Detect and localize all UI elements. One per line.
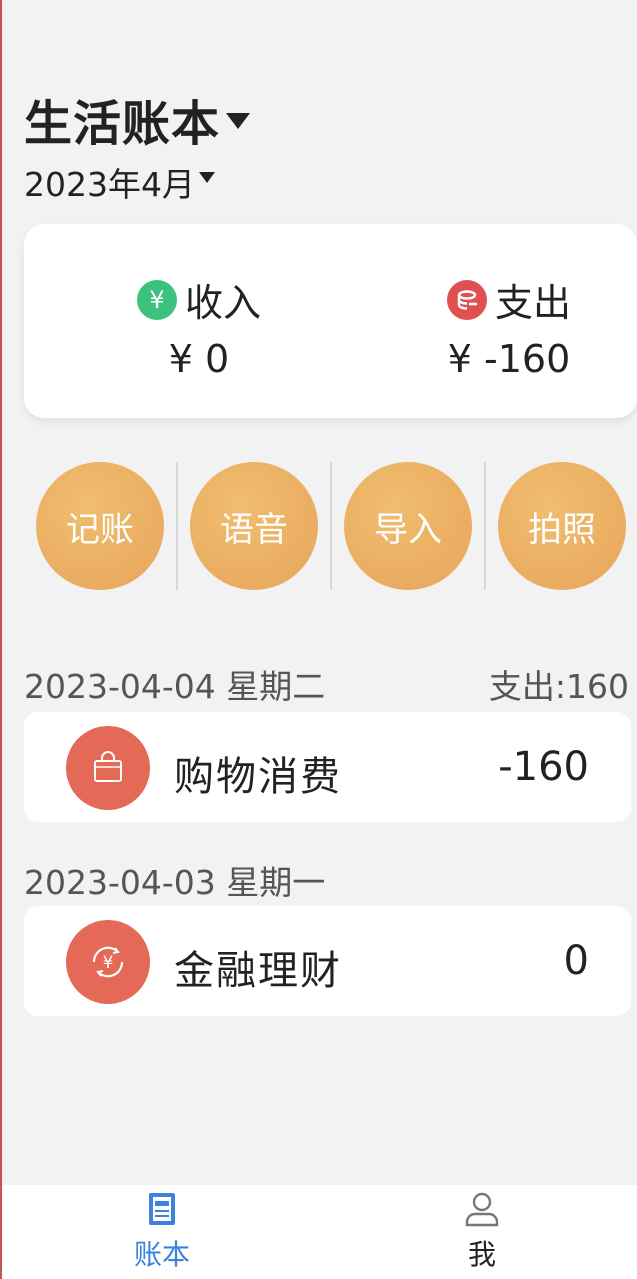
import-button[interactable]: 导入 [344, 462, 472, 590]
expense-summary: 支出 ¥ -160 [409, 272, 609, 381]
ledger-icon [149, 1193, 175, 1225]
tab-ledger[interactable]: 账本 [102, 1191, 222, 1273]
record-button[interactable]: 记账 [36, 462, 164, 590]
income-summary: ¥ 收入 ¥ 0 [99, 272, 299, 381]
photo-button[interactable]: 拍照 [498, 462, 626, 590]
book-selector[interactable]: 生活账本 [24, 84, 251, 154]
income-yen-icon: ¥ [136, 279, 177, 320]
divider [330, 462, 332, 590]
caret-down-icon [198, 171, 215, 183]
income-value: ¥ 0 [168, 337, 230, 381]
shopping-bag-icon [66, 726, 150, 810]
list-item[interactable]: 购物消费 -160 [24, 712, 631, 822]
income-label: 收入 [184, 281, 261, 325]
tab-me[interactable]: 我 [422, 1191, 542, 1273]
entry-category: 金融理财 [174, 948, 342, 994]
expense-coins-icon [446, 279, 487, 320]
summary-card: ¥ 收入 ¥ 0 支出 ¥ -160 [24, 224, 637, 418]
day-date: 2023-04-04 星期二 [24, 667, 326, 706]
day-total: 支出:160 [488, 667, 629, 706]
tab-me-label: 我 [467, 1238, 496, 1271]
tab-ledger-label: 账本 [133, 1238, 190, 1271]
divider [176, 462, 178, 590]
svg-text:¥: ¥ [103, 953, 114, 973]
day-header: 2023-04-04 星期二 支出:160 [24, 660, 629, 708]
entry-category: 购物消费 [174, 754, 342, 800]
month-label: 2023年4月 [24, 165, 195, 204]
divider [484, 462, 486, 590]
caret-down-icon [226, 113, 251, 129]
entry-amount: 0 [563, 938, 589, 984]
quick-actions: 记账 语音 导入 拍照 [36, 462, 636, 592]
user-icon [465, 1192, 499, 1227]
day-date: 2023-04-03 星期一 [24, 863, 326, 902]
day-header: 2023-04-03 星期一 [24, 856, 629, 904]
bottom-tab-bar: 账本 我 [2, 1185, 637, 1279]
list-item[interactable]: ¥ 金融理财 0 [24, 906, 631, 1016]
finance-yen-cycle-icon: ¥ [66, 920, 150, 1004]
entry-amount: -160 [498, 744, 589, 790]
month-picker[interactable]: 2023年4月 [24, 158, 215, 206]
book-title: 生活账本 [24, 96, 221, 152]
expense-value: ¥ -160 [447, 337, 571, 381]
expense-label: 支出 [494, 281, 571, 325]
voice-button[interactable]: 语音 [190, 462, 318, 590]
